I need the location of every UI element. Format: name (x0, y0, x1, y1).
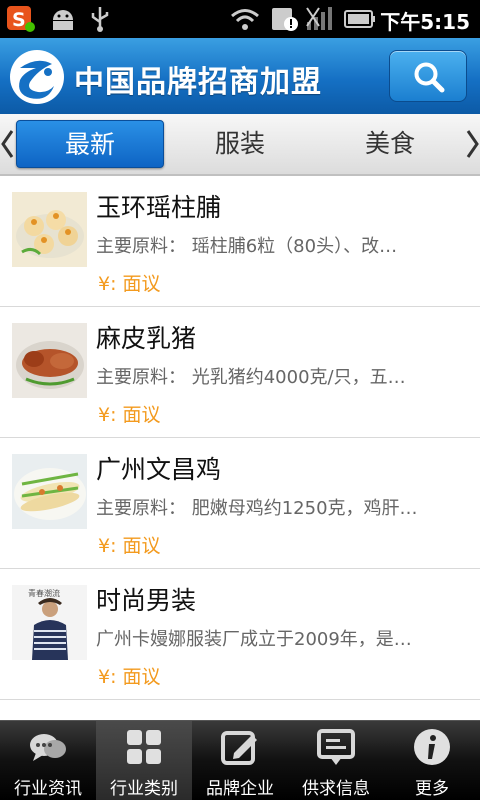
nav-label: 行业资讯 (14, 779, 82, 799)
chat-bubbles-icon (30, 734, 66, 761)
item-title: 玉环瑶柱脯 (96, 193, 222, 222)
message-icon (317, 729, 355, 765)
nav-supply-demand[interactable]: 供求信息 (288, 721, 384, 800)
svg-text:S: S (12, 9, 26, 31)
status-time: 下午5:15 (380, 10, 470, 34)
wifi-icon (231, 9, 259, 30)
nav-brand-companies[interactable]: 品牌企业 (192, 721, 288, 800)
grid-icon (127, 730, 161, 764)
app-notification-icon: S (7, 6, 35, 32)
edit-icon (221, 731, 257, 765)
brand-logo-icon (10, 50, 64, 104)
status-bar: S 下午5:15 (0, 0, 480, 38)
product-thumbnail (12, 323, 87, 398)
product-thumbnail: 青春潮流 (12, 585, 87, 660)
tab-clothing[interactable]: 服装 (166, 120, 314, 168)
nav-label: 行业类别 (110, 779, 178, 799)
item-price: ¥: 面议 (98, 404, 161, 426)
usb-icon (91, 7, 109, 32)
chevron-left-icon[interactable] (0, 128, 16, 160)
search-icon (414, 62, 445, 93)
nav-more[interactable]: 更多 (384, 721, 480, 800)
category-tab-bar: 最新 服装 美食 (0, 114, 480, 176)
chevron-right-icon[interactable] (464, 128, 480, 160)
info-icon (414, 729, 450, 765)
product-thumbnail (12, 192, 87, 267)
item-description: 主要原料： 瑶柱脯6粒（80头）、改… (96, 236, 398, 257)
android-debug-icon (53, 10, 73, 30)
thumbnail-caption: 青春潮流 (28, 588, 60, 598)
item-price: ¥: 面议 (98, 273, 161, 295)
list-item[interactable]: 广州文昌鸡 主要原料： 肥嫩母鸡约1250克，鸡肝… ¥: 面议 (0, 438, 480, 569)
bottom-nav: 行业资讯 行业类别 品牌企业 供求信息 更多 (0, 720, 480, 800)
list-item[interactable]: 麻皮乳猪 主要原料： 光乳猪约4000克/只，五… ¥: 面议 (0, 307, 480, 438)
app-header: 中国品牌招商加盟 (0, 38, 480, 114)
product-thumbnail (12, 454, 87, 529)
app-title: 中国品牌招商加盟 (74, 65, 322, 100)
battery-icon (344, 10, 375, 28)
tab-food[interactable]: 美食 (316, 120, 464, 168)
item-description: 主要原料： 肥嫩母鸡约1250克，鸡肝… (96, 498, 418, 519)
item-description: 广州卡嫚娜服装厂成立于2009年，是… (96, 629, 412, 650)
item-description: 主要原料： 光乳猪约4000克/只，五… (96, 367, 406, 388)
signal-icon (306, 7, 332, 30)
nav-industry-category[interactable]: 行业类别 (96, 721, 192, 800)
item-title: 广州文昌鸡 (96, 455, 222, 484)
list-item[interactable]: 青春潮流 时尚男装 广州卡嫚娜服装厂成立于2009年，是… ¥: 面议 (0, 569, 480, 700)
alert-icon (272, 8, 298, 31)
item-title: 麻皮乳猪 (96, 324, 197, 353)
product-list: 玉环瑶柱脯 主要原料： 瑶柱脯6粒（80头）、改… ¥: 面议 麻皮乳猪 主要原… (0, 176, 480, 720)
search-button[interactable] (389, 50, 467, 102)
nav-label: 供求信息 (302, 779, 370, 799)
item-price: ¥: 面议 (98, 666, 161, 688)
item-price: ¥: 面议 (98, 535, 161, 557)
nav-label: 品牌企业 (206, 779, 274, 799)
tab-latest[interactable]: 最新 (16, 120, 164, 168)
nav-industry-news[interactable]: 行业资讯 (0, 721, 96, 800)
nav-label: 更多 (415, 779, 449, 799)
item-title: 时尚男装 (96, 586, 197, 615)
list-item[interactable]: 玉环瑶柱脯 主要原料： 瑶柱脯6粒（80头）、改… ¥: 面议 (0, 176, 480, 307)
